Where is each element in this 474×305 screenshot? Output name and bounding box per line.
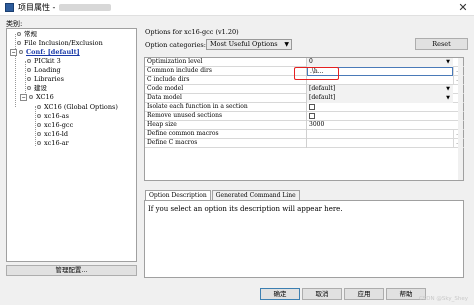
tree-item-xc16[interactable]: − XC16 (20, 93, 54, 102)
grid-row-value (307, 112, 453, 121)
grid-row-name: Define C macros (145, 139, 307, 148)
app-icon (5, 3, 14, 12)
tree-node-icon (27, 68, 31, 72)
tree-item-conf-default[interactable]: − Conf: [default] (10, 48, 80, 57)
grid-row-value[interactable] (307, 130, 453, 139)
tree-node-icon (37, 105, 41, 109)
grid-row-name: Common include dirs (145, 67, 307, 76)
grid-row-dropdown[interactable]: 0 ▼ (307, 58, 453, 67)
grid-row[interactable]: Isolate each function in a section (145, 103, 464, 112)
tree-item-build[interactable]: 建设 (27, 84, 47, 93)
watermark-text: CSDN @Sky_Shey (418, 296, 468, 302)
grid-row[interactable]: Heap size 3000 (145, 121, 464, 130)
tree-item-general[interactable]: 常规 (17, 30, 37, 39)
title-project-name-blurred (59, 4, 112, 11)
close-icon[interactable]: ✕ (457, 2, 469, 14)
grid-row-value (307, 103, 453, 112)
grid-row[interactable]: Remove unused sections (145, 112, 464, 121)
grid-row-name: Remove unused sections (145, 112, 307, 121)
option-categories-label: Option categories: (145, 41, 206, 49)
option-categories-select[interactable]: Most Useful Options ▼ (206, 39, 292, 50)
title-bar: 项目属性 - ✕ (0, 0, 474, 16)
isolate-functions-checkbox[interactable] (309, 104, 315, 110)
description-tabs: Option Description Generated Command Lin… (145, 190, 301, 200)
grid-row-name: Isolate each function in a section (145, 103, 307, 112)
option-description-text: If you select an option its description … (144, 200, 464, 278)
tab-option-description[interactable]: Option Description (145, 190, 211, 200)
remove-unused-sections-checkbox[interactable] (309, 113, 315, 119)
chevron-down-icon: ▼ (446, 95, 450, 101)
tree-item-xc16-as[interactable]: xc16-as (37, 112, 69, 121)
grid-row-dropdown[interactable]: [default] ▼ (307, 85, 453, 94)
tree-node-icon (27, 77, 31, 81)
tree-node-icon (37, 123, 41, 127)
chevron-down-icon: ▼ (284, 41, 289, 48)
tree-item-pickit3[interactable]: PICkit 3 (27, 57, 61, 66)
tree-node-icon (37, 114, 41, 118)
grid-row[interactable]: Data model [default] ▼ (145, 94, 464, 103)
tree-connector (35, 106, 36, 146)
grid-scrollbar[interactable] (458, 58, 463, 180)
chevron-down-icon: ▼ (446, 86, 450, 92)
tree-node-icon (17, 32, 21, 36)
grid-row[interactable]: Define common macros ... (145, 130, 464, 139)
grid-row[interactable]: Code model [default] ▼ (145, 85, 464, 94)
grid-row-dropdown[interactable]: [default] ▼ (307, 94, 453, 103)
grid-row-name: Data model (145, 94, 307, 103)
tree-item-xc16-ld[interactable]: xc16-ld (37, 130, 68, 139)
tree-item-file-inclusion[interactable]: File Inclusion/Exclusion (17, 39, 103, 48)
tree-node-icon (19, 50, 23, 54)
option-categories-value: Most Useful Options (210, 40, 278, 48)
annotation-highlight-box (294, 67, 339, 80)
heap-size-value[interactable]: 3000 (307, 121, 453, 130)
manage-configurations-button[interactable]: 管理配置... (6, 265, 137, 276)
chevron-down-icon: ▼ (446, 59, 450, 65)
grid-row-name: Heap size (145, 121, 307, 130)
tree-item-loading[interactable]: Loading (27, 66, 61, 75)
tree-node-icon (27, 86, 31, 90)
collapse-icon[interactable]: − (10, 48, 17, 56)
grid-row-name: Code model (145, 85, 307, 94)
tree-node-icon (27, 59, 31, 63)
cancel-button[interactable]: 取消 (302, 288, 342, 300)
ok-button[interactable]: 确定 (260, 288, 300, 300)
collapse-icon[interactable]: − (20, 93, 27, 101)
tree-node-icon (17, 41, 21, 45)
grid-row-name: C include dirs (145, 76, 307, 85)
tree-item-xc16-gcc[interactable]: xc16-gcc (37, 121, 73, 130)
tree-node-icon (37, 141, 41, 145)
grid-row-name: Optimization level (145, 58, 307, 67)
tree-item-xc16-ar[interactable]: xc16-ar (37, 139, 69, 148)
grid-row-name: Define common macros (145, 130, 307, 139)
tree-item-xc16-global[interactable]: XC16 (Global Options) (37, 103, 118, 112)
apply-button[interactable]: 应用 (344, 288, 384, 300)
tree-item-libraries[interactable]: Libraries (27, 75, 64, 84)
tree-node-icon (37, 132, 41, 136)
tree-node-icon (29, 95, 33, 99)
grid-row-value[interactable] (307, 139, 453, 148)
grid-row[interactable]: Define C macros ... (145, 139, 464, 148)
reset-button[interactable]: Reset (415, 38, 468, 50)
tab-generated-command-line[interactable]: Generated Command Line (211, 190, 300, 200)
options-for-label: Options for xc16-gcc (v1.20) (145, 28, 239, 36)
grid-row[interactable]: Optimization level 0 ▼ (145, 58, 464, 67)
window-title: 项目属性 - (18, 3, 56, 12)
category-tree[interactable]: 常规 File Inclusion/Exclusion − Conf: [defa… (6, 28, 137, 262)
tree-connector (15, 34, 16, 107)
